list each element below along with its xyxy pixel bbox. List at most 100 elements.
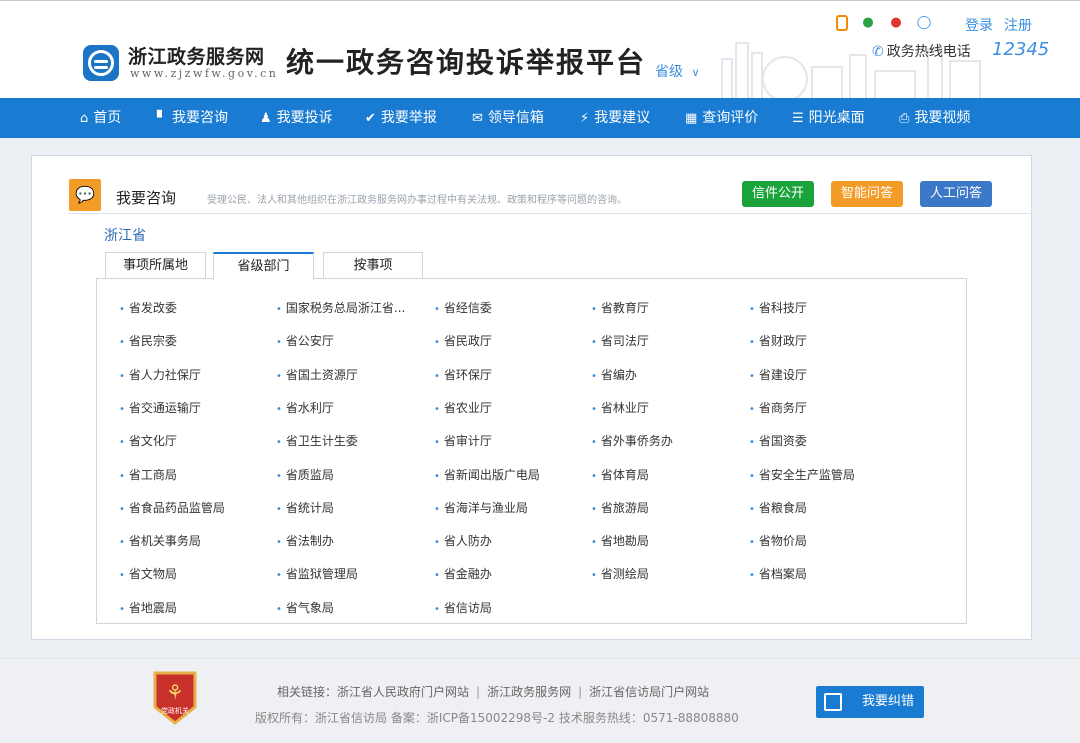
nav-item-label: 阳光桌面 (808, 110, 865, 126)
department-item[interactable]: • 省档案局 (749, 565, 807, 583)
chat-bubble-icon: 💬 (69, 179, 101, 211)
department-item[interactable]: • 省发改委 (119, 299, 177, 317)
nav-item-sunshine-desk[interactable]: ☰ 阳光桌面 (792, 98, 865, 138)
department-item[interactable]: • 省国土资源厅 (276, 366, 358, 384)
department-item[interactable]: • 省农业厅 (434, 399, 492, 417)
department-item[interactable]: • 省外事侨务办 (591, 432, 673, 450)
department-item[interactable]: • 省民政厅 (434, 332, 492, 350)
department-item[interactable]: • 省文化厅 (119, 432, 177, 450)
party-government-emblem-icon[interactable]: ⚘ 党政机关 (151, 669, 199, 727)
bullet-icon: • (749, 470, 755, 482)
department-item[interactable]: • 省海洋与渔业局 (434, 499, 528, 517)
department-item[interactable]: • 省文物局 (119, 565, 177, 583)
department-item[interactable]: • 省林业厅 (591, 399, 649, 417)
tab-by-location[interactable]: 事项所属地 (105, 252, 206, 279)
department-item[interactable]: • 省地震局 (119, 599, 177, 617)
nav-item-home[interactable]: ⌂ 首页 (80, 98, 121, 138)
department-label: 省公安厅 (285, 334, 334, 349)
department-item[interactable]: • 省国资委 (749, 432, 807, 450)
department-label: 省体育局 (600, 467, 649, 482)
department-item[interactable]: • 省安全生产监管局 (749, 466, 855, 484)
bullet-icon: • (119, 603, 125, 615)
department-item[interactable]: • 省食品药品监管局 (119, 499, 225, 517)
nav-item-leader-mailbox[interactable]: ✉ 领导信箱 (472, 98, 544, 138)
department-item[interactable]: • 省新闻出版广电局 (434, 466, 540, 484)
department-item[interactable]: • 省科技厅 (749, 299, 807, 317)
department-item[interactable]: • 省体育局 (591, 466, 649, 484)
bullet-icon: • (119, 437, 125, 449)
weibo-icon[interactable]: ● (888, 15, 904, 31)
department-item[interactable]: • 省教育厅 (591, 299, 649, 317)
nav-item-suggest[interactable]: ⚡ 我要建议 (580, 98, 650, 138)
department-item[interactable]: • 省编办 (591, 366, 637, 384)
department-item[interactable]: • 省气象局 (276, 599, 334, 617)
department-item[interactable]: • 省工商局 (119, 466, 177, 484)
department-item[interactable]: • 省测绘局 (591, 565, 649, 583)
department-item[interactable]: • 省人防办 (434, 532, 492, 550)
footer-link-province-portal[interactable]: 浙江省人民政府门户网站 (337, 685, 469, 699)
nav-item-consult[interactable]: ▘ 我要咨询 (157, 98, 228, 138)
department-item[interactable]: • 省环保厅 (434, 366, 492, 384)
department-item[interactable]: • 省司法厅 (591, 332, 649, 350)
bullet-icon: • (591, 370, 597, 382)
nav-item-video[interactable]: ⎙ 我要视频 (899, 98, 970, 138)
footer-link-petition-portal[interactable]: 浙江省信访局门户网站 (589, 685, 709, 699)
department-item[interactable]: • 省旅游局 (591, 499, 649, 517)
main-nav: ⌂ 首页 ▘ 我要咨询 ♟ 我要投诉 ✔ 我要举报 ✉ 领导信箱 ⚡ 我要建议 ▦ 查询评价 … (0, 98, 1080, 138)
level-dropdown[interactable]: 省级 ∨ (655, 61, 700, 81)
bullet-icon: • (434, 437, 440, 449)
site-logo-icon[interactable] (83, 45, 119, 81)
department-item[interactable]: • 省商务厅 (749, 399, 807, 417)
department-item[interactable]: • 省交通运输厅 (119, 399, 201, 417)
nav-item-query[interactable]: ▦ 查询评价 (685, 98, 758, 138)
department-item[interactable]: • 省经信委 (434, 299, 492, 317)
report-error-button[interactable]: 我要纠错 (816, 686, 924, 718)
department-label: 省经信委 (443, 301, 492, 315)
bullet-icon: • (591, 337, 597, 349)
hotline: ✆ 政务热线电话 (872, 41, 971, 61)
mobile-app-icon[interactable] (836, 15, 848, 31)
footer-copyright: 版权所有：浙江省信访局 备案：浙ICP备15002298号-2 技术服务热线：0… (255, 711, 739, 725)
nav-item-report[interactable]: ✔ 我要举报 (365, 98, 437, 138)
tab-by-matter[interactable]: 按事项 (323, 252, 423, 279)
bell-icon[interactable]: ◯ (916, 15, 932, 31)
department-item[interactable]: • 省公安厅 (276, 332, 334, 350)
nav-item-complaint[interactable]: ♟ 我要投诉 (260, 98, 333, 138)
department-item[interactable]: • 国家税务总局浙江省... (276, 299, 405, 317)
department-item[interactable]: • 省机关事务局 (119, 532, 201, 550)
footer-link-service-portal[interactable]: 浙江政务服务网 (487, 685, 571, 699)
wechat-icon[interactable]: ● (860, 15, 876, 31)
social-icons: ● ● ◯ (836, 15, 932, 31)
department-label: 省机关事务局 (128, 534, 201, 549)
footer-separator: | (578, 685, 583, 699)
department-item[interactable]: • 省粮食局 (749, 499, 807, 517)
department-item[interactable]: • 省卫生计生委 (276, 432, 358, 450)
department-item[interactable]: • 省建设厅 (749, 366, 807, 384)
public-letters-button[interactable]: 信件公开 (742, 181, 815, 207)
site-logo-name[interactable]: 浙江政务服务网 (128, 42, 265, 69)
department-item[interactable]: • 省审计厅 (434, 432, 492, 450)
register-link[interactable]: 注册 (1004, 18, 1032, 34)
tab-provincial-departments[interactable]: 省级部门 (213, 252, 314, 280)
smart-qa-button[interactable]: 智能问答 (831, 181, 904, 207)
bullet-icon: • (591, 470, 597, 482)
department-item[interactable]: • 省监狱管理局 (276, 565, 358, 583)
bullet-icon: • (434, 503, 440, 515)
bullet-icon: • (591, 304, 597, 315)
login-link[interactable]: 登录 (965, 18, 993, 34)
department-label: 省人防办 (443, 534, 492, 549)
department-item[interactable]: • 省水利厅 (276, 399, 334, 417)
department-item[interactable]: • 省质监局 (276, 466, 334, 484)
bullet-icon: • (434, 570, 440, 582)
nav-item-label: 我要举报 (380, 110, 437, 126)
department-item[interactable]: • 省法制办 (276, 532, 334, 550)
department-item[interactable]: • 省信访局 (434, 599, 492, 617)
department-item[interactable]: • 省民宗委 (119, 332, 177, 350)
department-item[interactable]: • 省财政厅 (749, 332, 807, 350)
department-item[interactable]: • 省物价局 (749, 532, 807, 550)
manual-qa-button[interactable]: 人工问答 (920, 181, 993, 207)
department-item[interactable]: • 省地勘局 (591, 532, 649, 550)
department-item[interactable]: • 省金融办 (434, 565, 492, 583)
department-item[interactable]: • 省人力社保厅 (119, 366, 201, 384)
department-item[interactable]: • 省统计局 (276, 499, 334, 517)
